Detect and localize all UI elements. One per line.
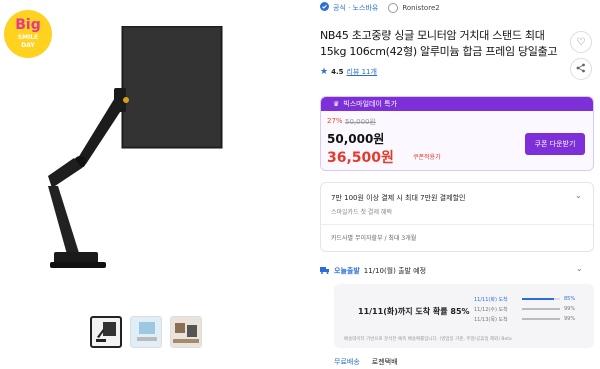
- arrival-date: 11/13(목) 도착: [474, 316, 508, 323]
- deal-header-label: 빅스마일데이 특가: [343, 100, 398, 108]
- deal-header: ♛ 빅스마일데이 특가: [321, 97, 593, 111]
- chevron-down-icon[interactable]: ⌄: [575, 191, 582, 200]
- product-page: Big SMILE DAY 공식 · 노스바유 Ronistore2 NB45 …: [0, 0, 600, 369]
- arrival-percent: 99%: [564, 316, 576, 322]
- product-gallery: Big SMILE DAY: [0, 0, 300, 369]
- crown-icon: ♛: [333, 100, 340, 108]
- arrival-probability-text: 11/11(화)까지 도착 확률 85%: [358, 307, 470, 316]
- coupon-price-label: 쿠폰적용가: [413, 154, 441, 161]
- store-name[interactable]: Ronistore2: [402, 4, 439, 12]
- discount-percent: 27%: [327, 117, 343, 125]
- seller-line: 공식 · 노스바유 Ronistore2: [320, 2, 440, 13]
- share-button[interactable]: [570, 58, 592, 80]
- thumbnail-strip: [90, 316, 202, 348]
- benefit-box[interactable]: 7만 100원 이상 결제 시 최대 7만원 결제할인 스마일카드 첫 결제 혜…: [320, 182, 594, 252]
- rating-row: ★ 4.5 리뷰 11개: [320, 67, 377, 77]
- star-icon: ★: [320, 67, 329, 77]
- share-icon: [576, 63, 586, 76]
- thumbnail-2[interactable]: [130, 316, 162, 348]
- truck-icon: [320, 266, 330, 276]
- product-title: NB45 초고중량 싱글 모니터암 거치대 스탠드 최대 15kg 106cm(…: [320, 29, 558, 58]
- arrival-probability-box: 11/11(화)까지 도착 확률 85% 11/11(화) 도착 85% 11/…: [334, 284, 594, 348]
- benefit-card-sub: 스마일카드 첫 결제 혜택: [331, 209, 392, 216]
- probability-bar: [522, 308, 560, 310]
- probability-bar: [522, 298, 560, 300]
- svg-text:SMILE: SMILE: [18, 34, 38, 41]
- verified-icon: [320, 2, 329, 13]
- product-info: 공식 · 노스바유 Ronistore2 NB45 초고중량 싱글 모니터암 거…: [320, 0, 600, 369]
- deal-box: ♛ 빅스마일데이 특가 27% 50,000원 50,000원 36,500원 …: [320, 96, 594, 171]
- today-shipping-label: 오늘출발: [334, 267, 360, 275]
- wishlist-button[interactable]: ♡: [570, 31, 592, 53]
- arrival-date: 11/12(수) 도착: [474, 306, 508, 313]
- shipping-header: 오늘출발 11/10(월) 출발 예정: [320, 266, 426, 276]
- arrival-row: 11/12(수) 도착 99%: [474, 304, 588, 314]
- courier-tab[interactable]: 로젠택배: [372, 357, 398, 367]
- installment-info: 카드사별 무이자할부 / 최대 3개월: [331, 235, 417, 242]
- coupon-download-button[interactable]: 쿠폰 다운받기: [525, 133, 585, 155]
- deal-body: 27% 50,000원 50,000원 36,500원 쿠폰적용가 쿠폰 다운받…: [321, 111, 593, 170]
- arrival-percent: 85%: [564, 296, 576, 302]
- free-shipping-tab[interactable]: 무료배송: [334, 357, 360, 367]
- benefit-card-discount: 7만 100원 이상 결제 시 최대 7만원 결제할인: [331, 194, 466, 202]
- heart-icon: ♡: [576, 36, 586, 48]
- probability-bar: [522, 318, 560, 320]
- shipping-tabs: 무료배송 로젠택배: [334, 357, 398, 367]
- original-price: 50,000원: [345, 118, 376, 126]
- store-icon: [388, 2, 399, 13]
- thumbnail-3[interactable]: [170, 316, 202, 348]
- arrival-date: 11/11(화) 도착: [474, 296, 508, 303]
- arrival-rows: 11/11(화) 도착 85% 11/12(수) 도착 99% 11/13(목)…: [474, 294, 588, 324]
- coupon-price: 36,500원: [327, 150, 394, 166]
- shipping-eta: 11/10(월) 출발 예정: [363, 267, 427, 275]
- arrival-row: 11/11(화) 도착 85%: [474, 294, 588, 304]
- arrival-row: 11/13(목) 도착 99%: [474, 314, 588, 324]
- sale-price: 50,000원: [327, 132, 385, 146]
- official-store-link[interactable]: 공식 · 노스바유: [333, 3, 378, 13]
- rating-value: 4.5: [331, 68, 344, 76]
- review-link[interactable]: 리뷰 11개: [346, 67, 376, 77]
- svg-text:DAY: DAY: [21, 42, 35, 49]
- chevron-down-icon[interactable]: ⌄: [576, 264, 583, 273]
- divider: [321, 224, 593, 225]
- arrival-percent: 99%: [564, 306, 576, 312]
- svg-text:Big: Big: [15, 17, 41, 33]
- prediction-note: 배송데이터 기반으로 분석한 예측 배송확률입니다. (영업일 기준, 주말/공…: [344, 337, 512, 342]
- thumbnail-1[interactable]: [90, 316, 122, 348]
- monitor-arm-image[interactable]: [40, 26, 240, 296]
